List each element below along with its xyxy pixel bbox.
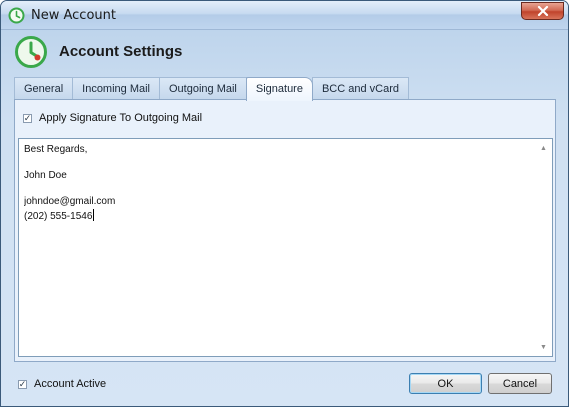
scroll-up-arrow-icon[interactable]: ▲ bbox=[535, 141, 552, 155]
close-icon bbox=[537, 6, 548, 16]
new-account-window: New Account Account Settings General Inc… bbox=[0, 0, 569, 407]
app-icon bbox=[8, 7, 25, 24]
title-bar[interactable]: New Account bbox=[1, 1, 568, 30]
signature-text[interactable]: Best Regards, John Doe johndoe@gmail.com… bbox=[24, 144, 534, 354]
tab-signature[interactable]: Signature bbox=[245, 77, 313, 101]
account-settings-icon bbox=[15, 36, 47, 68]
page-title: Account Settings bbox=[59, 43, 183, 60]
tab-general[interactable]: General bbox=[14, 77, 74, 100]
tab-incoming-mail[interactable]: Incoming Mail bbox=[72, 77, 160, 100]
tab-outgoing-mail[interactable]: Outgoing Mail bbox=[159, 77, 247, 100]
apply-signature-checkbox[interactable]: ✓ bbox=[23, 113, 32, 123]
settings-tabs: General Incoming Mail Outgoing Mail Sign… bbox=[14, 77, 410, 101]
close-button[interactable] bbox=[521, 2, 564, 20]
apply-signature-row[interactable]: ✓ Apply Signature To Outgoing Mail bbox=[23, 112, 202, 124]
apply-signature-label: Apply Signature To Outgoing Mail bbox=[39, 112, 203, 124]
window-title: New Account bbox=[31, 8, 116, 23]
cancel-button[interactable]: Cancel bbox=[488, 373, 552, 394]
account-active-row[interactable]: ✓ Account Active bbox=[18, 378, 106, 390]
signature-content: Best Regards, John Doe johndoe@gmail.com… bbox=[24, 144, 116, 222]
tab-bcc-and-vcard[interactable]: BCC and vCard bbox=[311, 77, 410, 100]
signature-panel: ✓ Apply Signature To Outgoing Mail Best … bbox=[14, 99, 556, 362]
ok-button[interactable]: OK bbox=[409, 373, 482, 394]
signature-editor[interactable]: Best Regards, John Doe johndoe@gmail.com… bbox=[18, 138, 553, 357]
text-caret bbox=[93, 208, 95, 221]
dialog-header: Account Settings bbox=[7, 30, 562, 76]
account-active-label: Account Active bbox=[34, 378, 107, 390]
scroll-down-arrow-icon[interactable]: ▼ bbox=[535, 340, 552, 354]
account-active-checkbox[interactable]: ✓ bbox=[18, 379, 27, 389]
vertical-scrollbar[interactable]: ▲ ▼ bbox=[535, 139, 552, 356]
